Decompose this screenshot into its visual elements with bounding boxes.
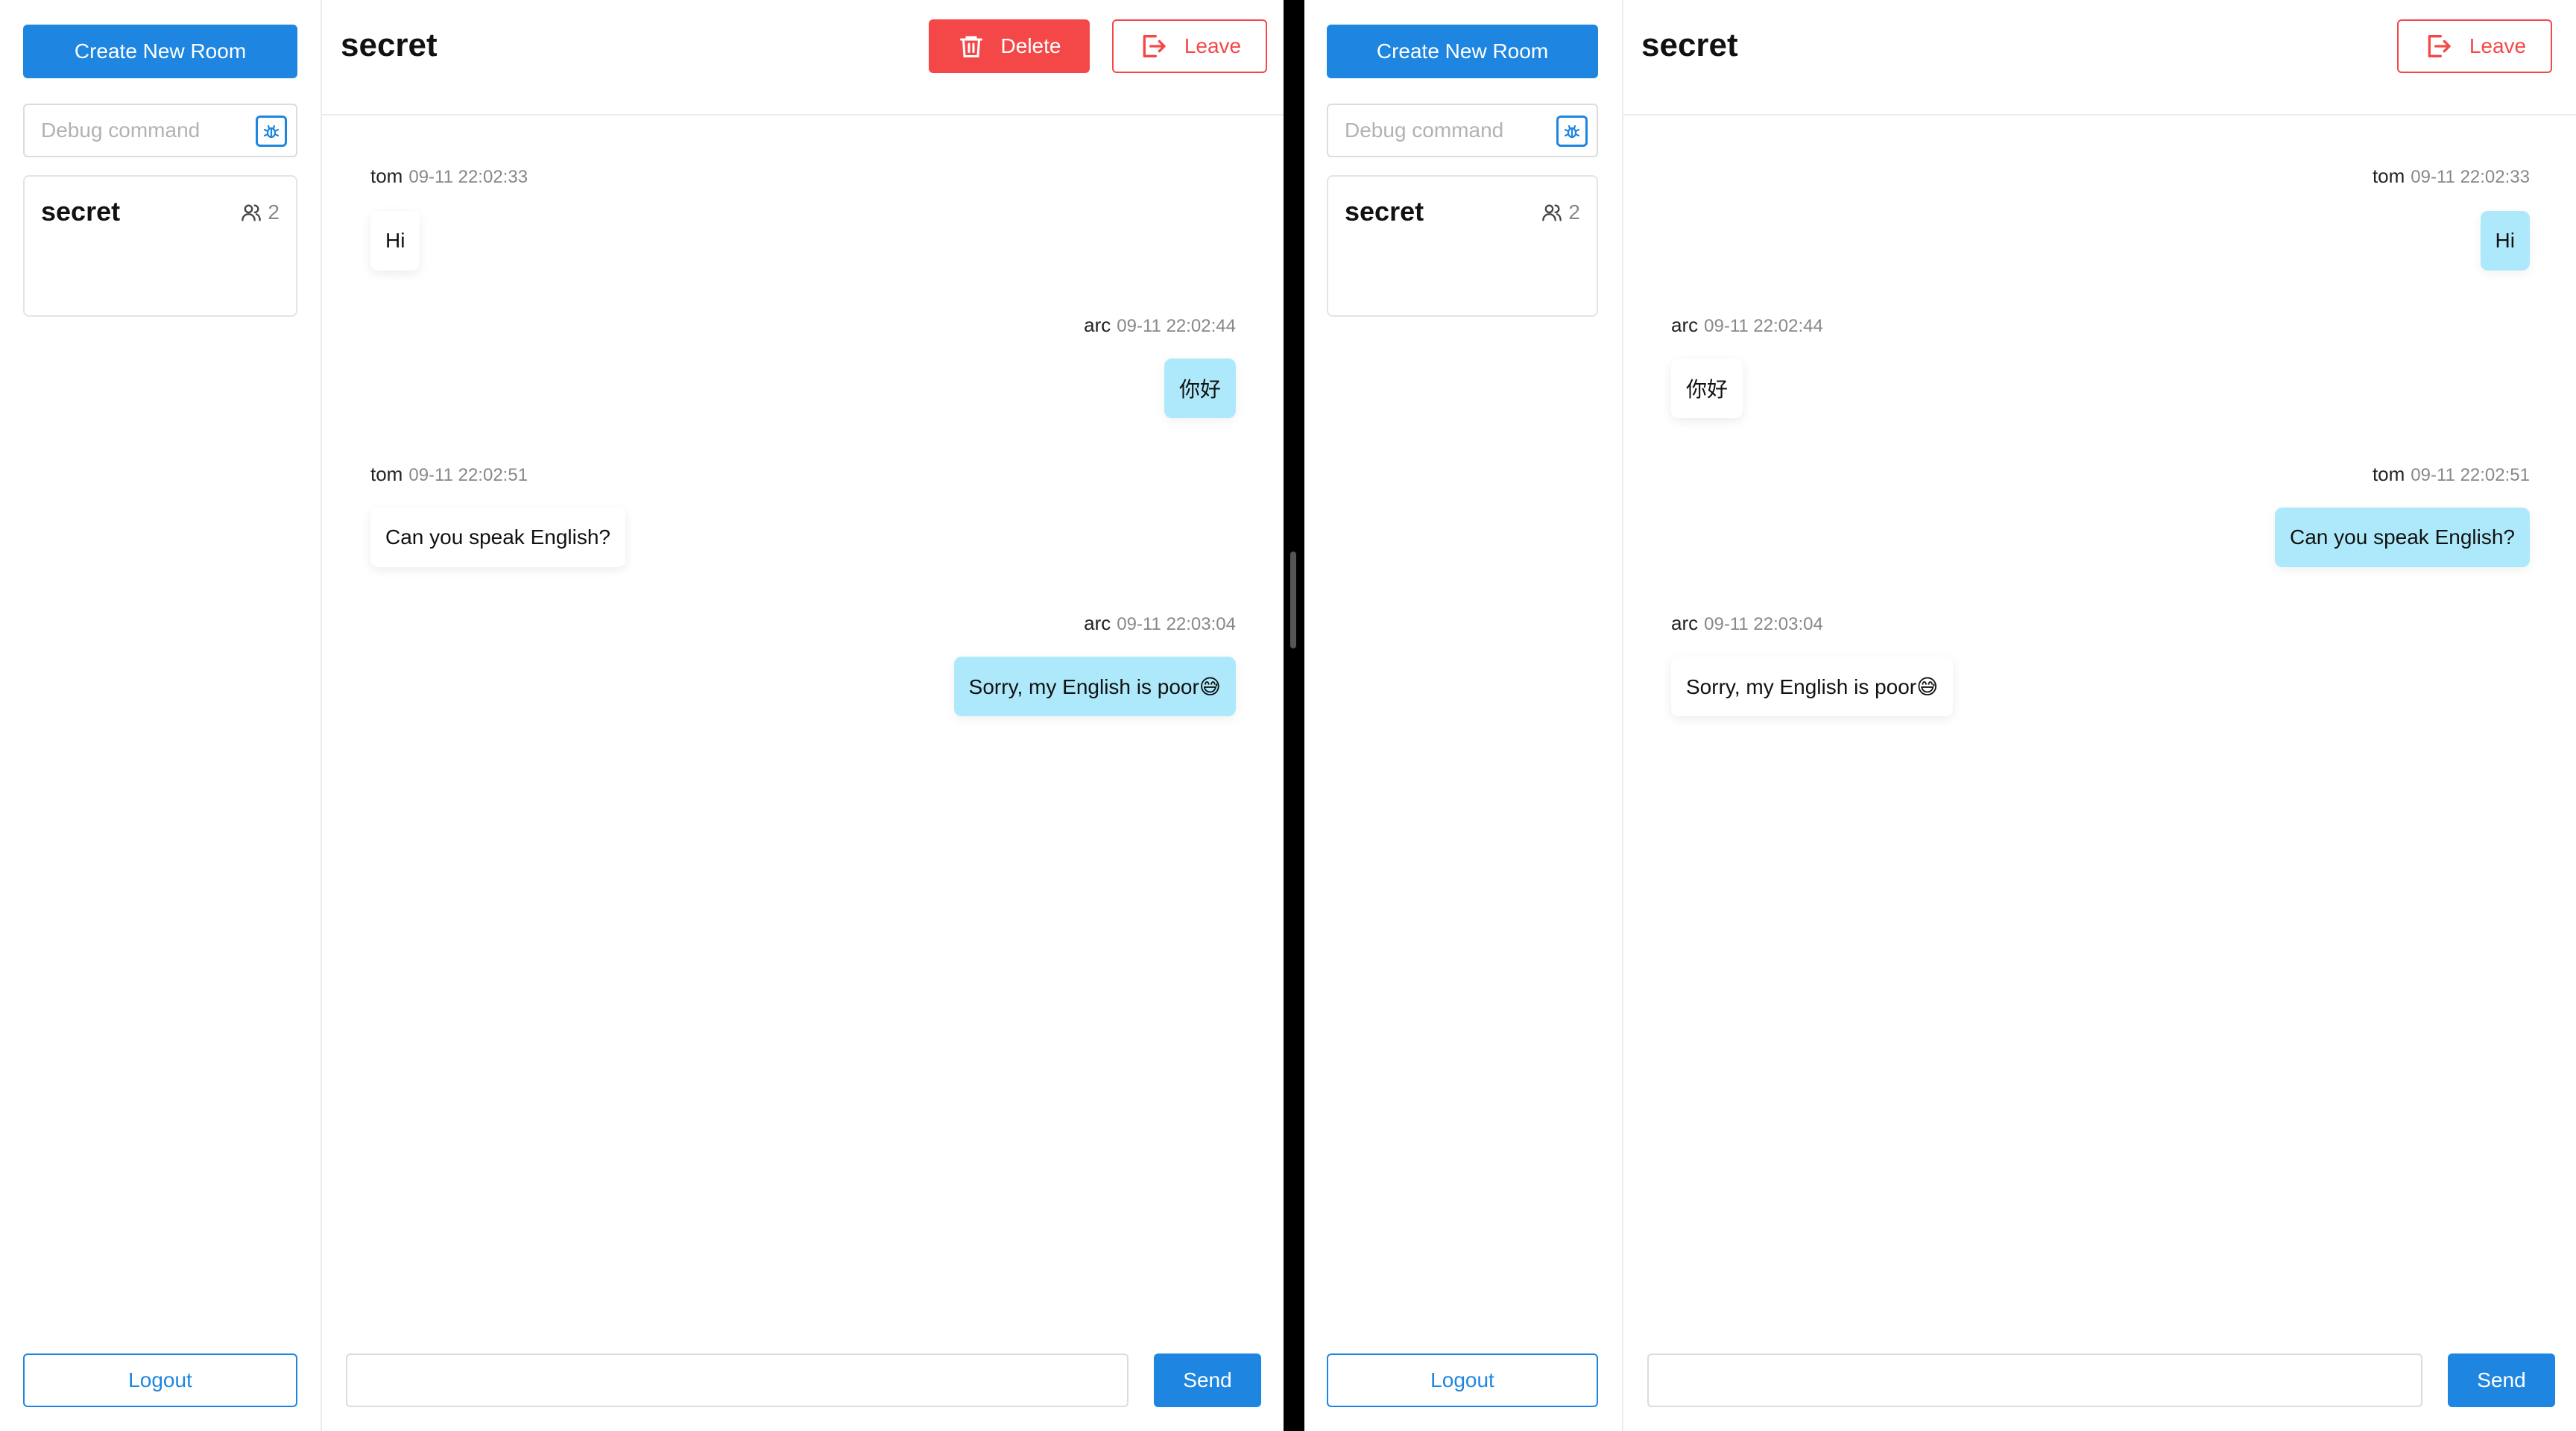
message-bubble: 你好: [1671, 358, 1743, 418]
sidebar: Create New Room secret 2 Logout: [0, 0, 322, 1431]
room-name: secret: [1345, 196, 1424, 227]
users-icon: [1541, 202, 1562, 223]
users-icon: [241, 202, 262, 223]
message-author: tom: [2372, 165, 2405, 187]
message-bubble: Hi: [2480, 211, 2530, 271]
message-time: 09-11 22:02:51: [2411, 465, 2530, 485]
member-count: 2: [241, 200, 280, 224]
chat-header: secret Delete Leave: [322, 0, 1284, 116]
message-list: tom 09-11 22:02:33 Hi arc 09-11 22:02:44 你…: [1623, 116, 2576, 1323]
message-author: tom: [370, 463, 403, 485]
debug-command-field: [23, 104, 297, 157]
right-app-window: Create New Room secret 2 Logout: [1304, 0, 2576, 1431]
chat-header: secret Leave: [1623, 0, 2576, 116]
room-title: secret: [341, 27, 438, 63]
create-room-button[interactable]: Create New Room: [1327, 25, 1598, 78]
bug-icon[interactable]: [256, 116, 287, 147]
message-list: tom 09-11 22:02:33 Hi arc 09-11 22:02:44 你…: [322, 116, 1284, 1323]
send-button[interactable]: Send: [1154, 1353, 1261, 1407]
screen: Create New Room secret 2 Logout: [0, 0, 2576, 1431]
message-bubble: 你好: [1164, 358, 1236, 418]
leave-label: Leave: [1184, 34, 1242, 57]
message-author: tom: [370, 165, 403, 187]
message-time: 09-11 22:03:04: [1704, 614, 1823, 634]
trash-icon: [958, 33, 985, 60]
message-time: 09-11 22:03:04: [1117, 614, 1236, 634]
logout-button[interactable]: Logout: [1327, 1353, 1598, 1407]
split-view-handle[interactable]: [1290, 552, 1296, 648]
message-bubble: Sorry, my English is poor😅: [953, 657, 1236, 716]
delete-label: Delete: [1000, 34, 1061, 57]
message-time: 09-11 22:02:44: [1704, 316, 1823, 336]
message-time: 09-11 22:02:33: [2411, 167, 2530, 187]
delete-room-button[interactable]: Delete: [929, 19, 1090, 73]
message-author: arc: [1671, 612, 1699, 634]
room-card[interactable]: secret 2: [23, 175, 297, 317]
send-button[interactable]: Send: [2448, 1353, 2555, 1407]
leave-room-button[interactable]: Leave: [2397, 19, 2552, 73]
message-bubble: Sorry, my English is poor😅: [1671, 657, 1954, 716]
room-title: secret: [1641, 27, 1738, 63]
bug-icon[interactable]: [1556, 116, 1588, 147]
message-time: 09-11 22:02:33: [408, 167, 528, 187]
message-meta: tom 09-11 22:02:33: [2373, 165, 2530, 188]
debug-command-field: [1327, 104, 1598, 157]
message-meta: arc 09-11 22:03:04: [1671, 612, 1823, 635]
logout-icon: [1138, 31, 1168, 61]
leave-room-button[interactable]: Leave: [1112, 19, 1267, 73]
message-bubble: Can you speak English?: [2275, 508, 2530, 567]
message-meta: tom 09-11 22:02:33: [370, 165, 528, 188]
message-meta: tom 09-11 22:02:51: [370, 463, 528, 486]
member-count: 2: [1541, 200, 1580, 224]
create-room-button[interactable]: Create New Room: [23, 25, 297, 78]
debug-command-input[interactable]: [41, 105, 242, 156]
leave-label: Leave: [2469, 34, 2527, 57]
message-meta: arc 09-11 22:02:44: [1671, 314, 1823, 337]
member-count-value: 2: [268, 200, 280, 224]
message-input[interactable]: [1647, 1353, 2422, 1407]
message-input[interactable]: [346, 1353, 1128, 1407]
message-time: 09-11 22:02:51: [408, 465, 528, 485]
message-author: tom: [2372, 463, 2405, 485]
chat-main: secret Delete Leave tom 09-11 22:02:33 H…: [322, 0, 1284, 1431]
left-app-window: Create New Room secret 2 Logout: [0, 0, 1284, 1431]
sidebar: Create New Room secret 2 Logout: [1304, 0, 1623, 1431]
message-bubble: Hi: [370, 211, 420, 271]
message-author: arc: [1084, 314, 1111, 336]
logout-icon: [2423, 31, 2453, 61]
room-card[interactable]: secret 2: [1327, 175, 1598, 317]
message-bubble: Can you speak English?: [370, 508, 625, 567]
message-author: arc: [1671, 314, 1699, 336]
logout-button[interactable]: Logout: [23, 1353, 297, 1407]
chat-main: secret Leave tom 09-11 22:02:33 Hi arc 09-…: [1623, 0, 2576, 1431]
message-meta: arc 09-11 22:02:44: [1084, 314, 1236, 337]
message-author: arc: [1084, 612, 1111, 634]
message-meta: tom 09-11 22:02:51: [2373, 463, 2530, 486]
message-time: 09-11 22:02:44: [1117, 316, 1236, 336]
member-count-value: 2: [1568, 200, 1580, 224]
message-meta: arc 09-11 22:03:04: [1084, 612, 1236, 635]
debug-command-input[interactable]: [1345, 105, 1546, 156]
room-name: secret: [41, 196, 121, 227]
